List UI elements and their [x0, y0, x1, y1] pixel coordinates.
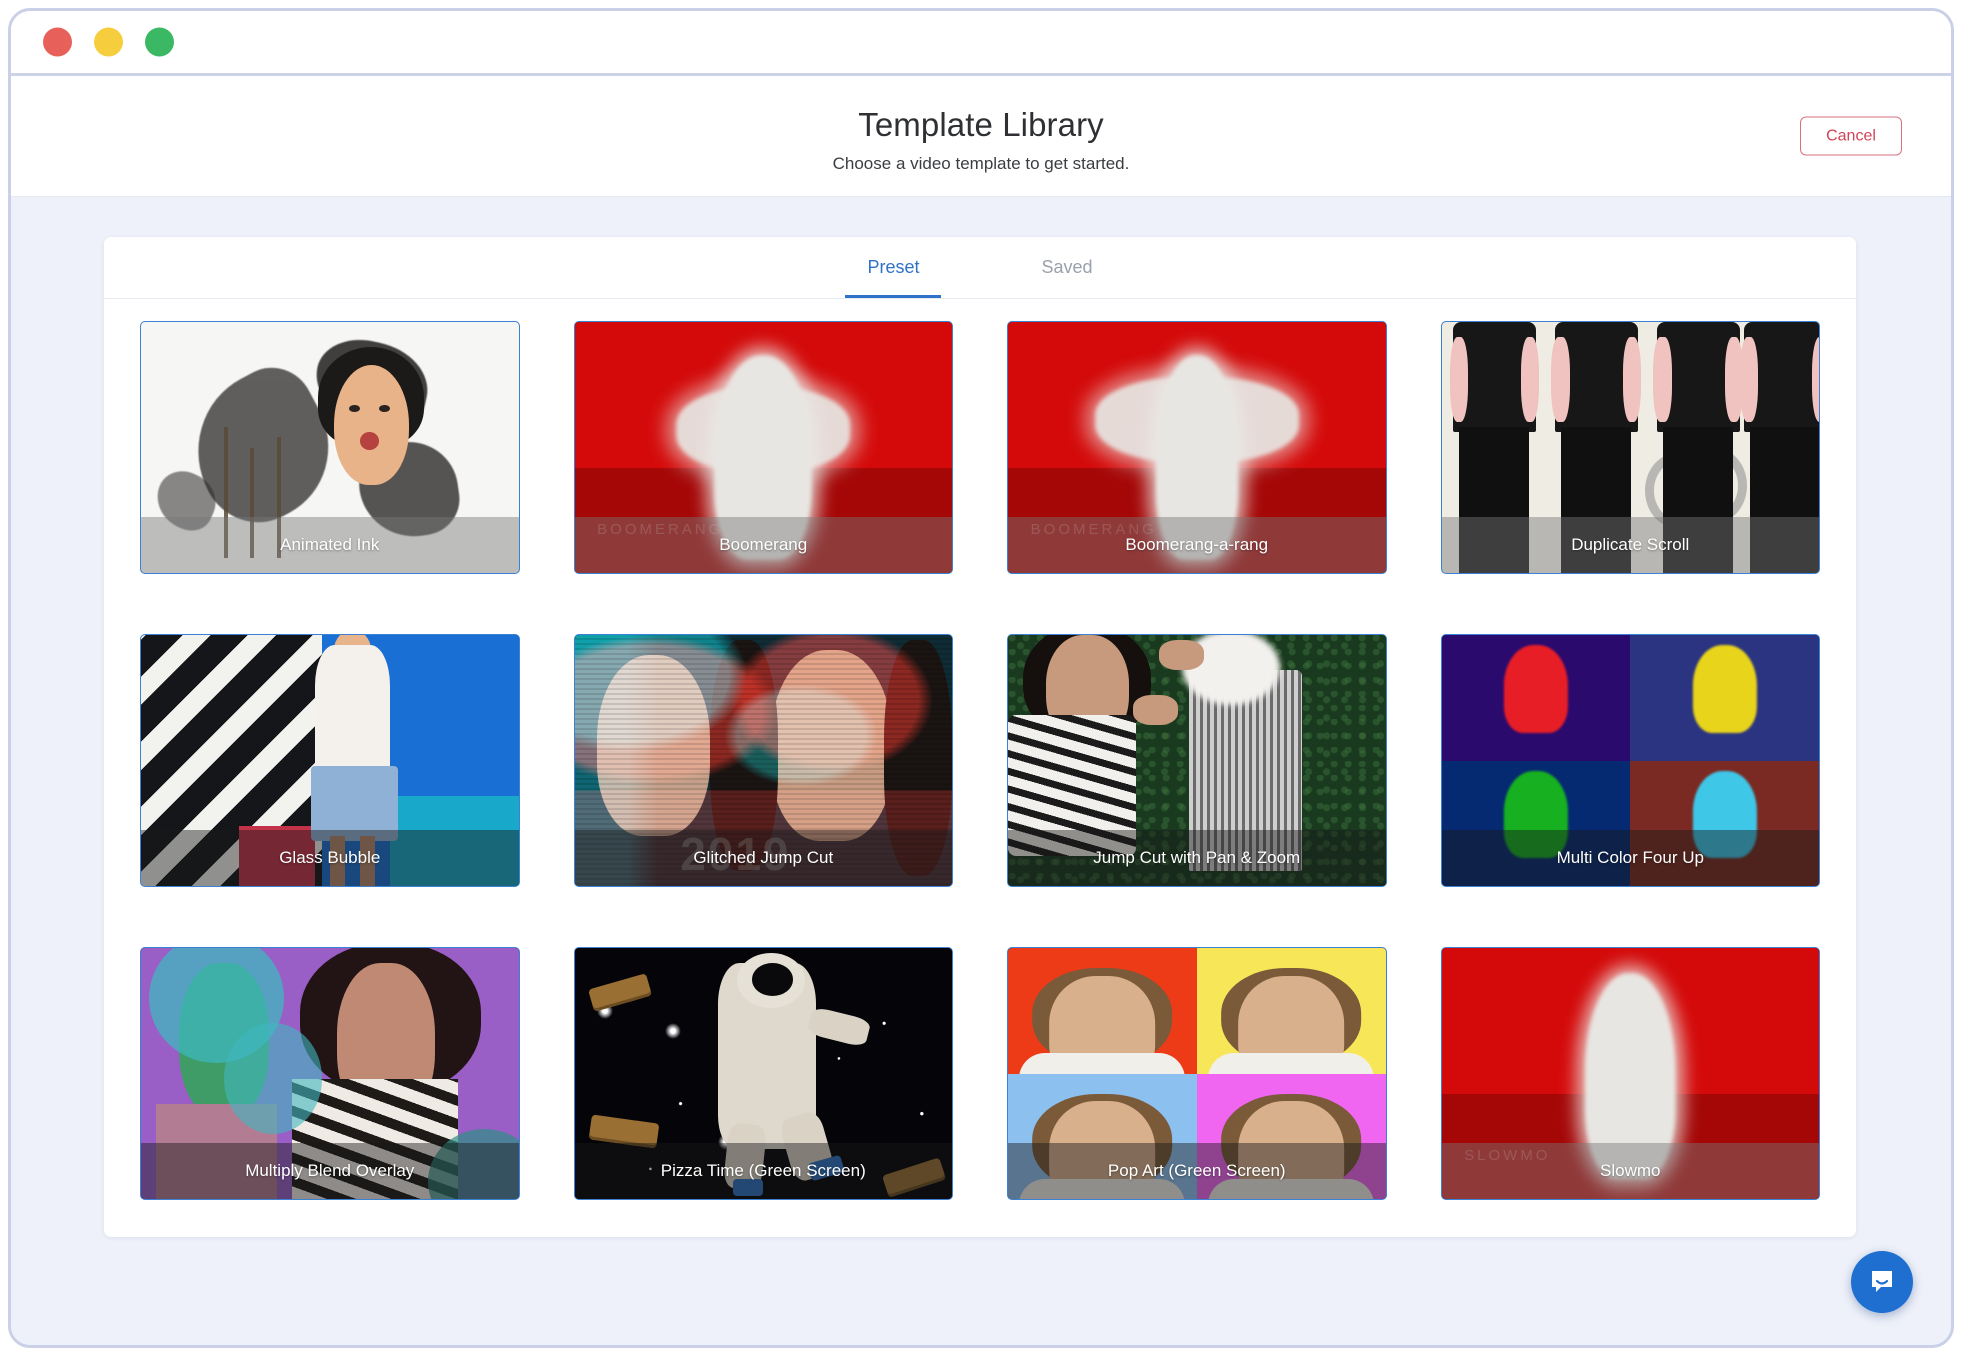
close-window-button[interactable] — [43, 27, 72, 57]
template-card-multi-color-four-up[interactable]: Multi Color Four Up — [1440, 634, 1820, 887]
template-label: Glass Bubble — [141, 830, 519, 886]
template-card-pop-art[interactable]: Pop Art (Green Screen) — [1007, 947, 1387, 1200]
template-label: Jump Cut with Pan & Zoom — [1008, 830, 1386, 886]
page-title: Template Library — [858, 106, 1104, 143]
template-card-multiply-blend-overlay[interactable]: Multiply Blend Overlay — [140, 947, 520, 1200]
template-card-glass-bubble[interactable]: Glass Bubble — [140, 634, 520, 887]
traffic-lights — [43, 27, 174, 57]
dialog-header: Template Library Choose a video template… — [11, 76, 1951, 197]
template-panel: Preset Saved Animated Ink BOOMERANG Boom… — [104, 237, 1856, 1237]
page-subtitle: Choose a video template to get started. — [832, 154, 1130, 174]
template-label: Pizza Time (Green Screen) — [574, 1143, 952, 1199]
template-card-jump-cut-pan-zoom[interactable]: Jump Cut with Pan & Zoom — [1007, 634, 1387, 887]
app-window: Template Library Choose a video template… — [8, 8, 1954, 1348]
tab-bar: Preset Saved — [104, 237, 1856, 299]
minimize-window-button[interactable] — [94, 27, 123, 57]
template-label: Glitched Jump Cut — [574, 830, 952, 886]
template-label: Animated Ink — [141, 517, 519, 573]
template-card-glitched-jump-cut[interactable]: 2019 Glitched Jump Cut — [573, 634, 953, 887]
template-card-duplicate-scroll[interactable]: Duplicate Scroll — [1440, 321, 1820, 574]
template-label: Boomerang — [574, 517, 952, 573]
header-text-group: Template Library Choose a video template… — [11, 104, 1951, 174]
chat-bubble-icon — [1872, 1271, 1892, 1292]
template-label: Multi Color Four Up — [1441, 830, 1819, 886]
maximize-window-button[interactable] — [145, 27, 174, 57]
template-label: Duplicate Scroll — [1441, 517, 1819, 573]
window-titlebar — [11, 11, 1951, 76]
cancel-button[interactable]: Cancel — [1800, 116, 1902, 156]
dialog-body: Preset Saved Animated Ink BOOMERANG Boom… — [11, 197, 1951, 1345]
template-label: Slowmo — [1441, 1143, 1819, 1199]
template-card-boomerang-a-rang[interactable]: BOOMERANG Boomerang-a-rang — [1007, 321, 1387, 574]
template-card-slowmo[interactable]: SLOWMO Slowmo — [1440, 947, 1820, 1200]
intercom-launcher-button[interactable] — [1851, 1251, 1913, 1313]
template-card-animated-ink[interactable]: Animated Ink — [140, 321, 520, 574]
template-grid: Animated Ink BOOMERANG Boomerang BOOMERA… — [104, 299, 1856, 1230]
template-label: Pop Art (Green Screen) — [1008, 1143, 1386, 1199]
tab-saved[interactable]: Saved — [1019, 237, 1114, 298]
tab-preset[interactable]: Preset — [845, 237, 942, 298]
template-card-boomerang[interactable]: BOOMERANG Boomerang — [573, 321, 953, 574]
template-label: Boomerang-a-rang — [1008, 517, 1386, 573]
template-label: Multiply Blend Overlay — [141, 1143, 519, 1199]
template-card-pizza-time[interactable]: Pizza Time (Green Screen) — [573, 947, 953, 1200]
